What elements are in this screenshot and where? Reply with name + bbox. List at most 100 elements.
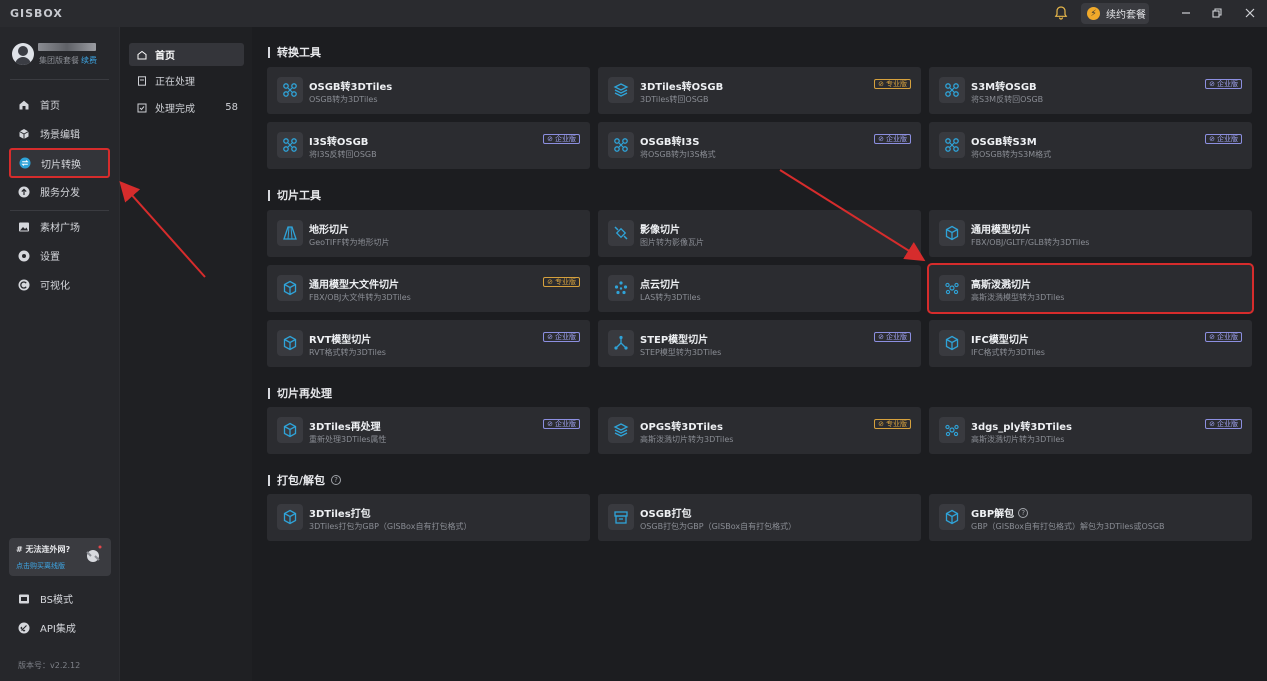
- restore-button[interactable]: [1207, 4, 1227, 22]
- tool-card-title: 3DTiles打包: [309, 505, 371, 520]
- upload-icon: [18, 186, 30, 198]
- tool-card[interactable]: 3DTiles打包 3DTiles打包为GBP（GISBox自有打包格式）: [267, 494, 590, 541]
- subnav-label: 首页: [155, 51, 175, 62]
- enterprise-badge: ⊘ 企业版: [1205, 79, 1242, 89]
- gear-icon: [18, 250, 30, 262]
- sidebar-item-service[interactable]: 服务分发: [10, 178, 109, 205]
- badge-icon: ⊘: [1209, 332, 1215, 341]
- api-icon: [18, 622, 30, 634]
- tool-card[interactable]: OSGB打包 OSGB打包为GBP（GISBox自有打包格式）: [598, 494, 921, 541]
- tool-card-title-text: S3M转OSGB: [971, 82, 1037, 93]
- tool-card-title: RVT模型切片: [309, 331, 371, 346]
- tool-card[interactable]: 高斯泼溅切片 高斯泼溅模型转为3DTiles: [927, 263, 1254, 314]
- tool-card[interactable]: OSGB转S3M 将OSGB转为S3M格式 ⊘ 企业版: [929, 122, 1252, 169]
- sidebar-item-materials[interactable]: 素材广场: [10, 213, 109, 240]
- tool-card[interactable]: OPGS转3DTiles 高斯泼溅切片转为3DTiles ⊘ 专业版: [598, 407, 921, 454]
- badge-icon: ⊘: [1209, 134, 1215, 143]
- sidebar-item-scene-edit[interactable]: 场景编辑: [10, 120, 109, 147]
- tool-card-title-text: 通用模型切片: [971, 225, 1031, 236]
- scene-icon: [18, 128, 30, 140]
- tool-card[interactable]: 3dgs_ply转3DTiles 高斯泼溅切片转为3DTiles ⊘ 企业版: [929, 407, 1252, 454]
- close-button[interactable]: [1240, 4, 1260, 22]
- sidebar-item-visualize[interactable]: 可视化: [10, 271, 109, 298]
- help-icon[interactable]: ?: [1018, 507, 1029, 518]
- sidebar-item-api[interactable]: API集成: [10, 614, 109, 641]
- satellite-icon: [608, 220, 634, 246]
- tool-card[interactable]: 影像切片图片转为影像瓦片: [598, 210, 921, 257]
- tool-card[interactable]: RVT模型切片 RVT格式转为3DTiles ⊘ 企业版: [267, 320, 590, 367]
- sidebar-item-bs-mode[interactable]: BS模式: [10, 585, 109, 612]
- minimize-button[interactable]: [1176, 4, 1196, 22]
- badge-label: 专业版: [886, 419, 907, 428]
- sidebar-item-settings[interactable]: 设置: [10, 242, 109, 269]
- badge-icon: ⊘: [547, 419, 553, 428]
- tool-card[interactable]: 3DTiles再处理 重新处理3DTiles属性 ⊘ 企业版: [267, 407, 590, 454]
- badge-label: 企业版: [1217, 419, 1238, 428]
- sidebar-item-home[interactable]: 首页: [10, 91, 109, 118]
- bell-icon[interactable]: [1052, 4, 1070, 22]
- tool-card[interactable]: STEP模型切片 STEP模型转为3DTiles ⊘ 企业版: [598, 320, 921, 367]
- tool-card-title: STEP模型切片: [640, 331, 708, 346]
- terrain-icon: [277, 220, 303, 246]
- help-icon[interactable]: ?: [331, 475, 342, 485]
- badge-icon: ⊘: [547, 332, 553, 341]
- tool-card[interactable]: S3M转OSGB 将S3M反转回OSGB ⊘ 企业版: [929, 67, 1252, 114]
- tool-card-desc: LAS转为3DTiles: [640, 293, 701, 302]
- tool-card-title: I3S转OSGB: [309, 133, 368, 148]
- tool-card-title: OSGB转3DTiles: [309, 78, 392, 93]
- tool-card-title: 影像切片: [640, 221, 680, 236]
- sidebar-item-tile-convert[interactable]: 切片转换: [9, 148, 110, 178]
- badge-label: 企业版: [1217, 79, 1238, 88]
- tool-card-title-text: 地形切片: [309, 225, 349, 236]
- user-profile[interactable]: 集团版套餐 续费: [10, 41, 110, 71]
- subnav-processing[interactable]: 正在处理: [129, 69, 244, 92]
- sidebar-item-label: 设置: [40, 252, 60, 263]
- image-icon: [18, 221, 30, 233]
- tool-card-desc: 将OSGB转为I3S格式: [640, 150, 716, 159]
- tool-card-title-text: OSGB转I3S: [640, 137, 700, 148]
- badge-icon: ⊘: [1209, 419, 1215, 428]
- tool-card-title-text: I3S转OSGB: [309, 137, 369, 148]
- tool-card-title-text: 通用模型大文件切片: [309, 280, 399, 291]
- tool-card[interactable]: 通用模型大文件切片 FBX/OBJ大文件转为3DTiles ⊘ 专业版: [267, 265, 590, 312]
- tool-card-title: 点云切片: [640, 276, 680, 291]
- tool-card[interactable]: OSGB转I3S 将OSGB转为I3S格式 ⊘ 企业版: [598, 122, 921, 169]
- tool-card[interactable]: 通用模型切片 FBX/OBJ/GLTF/GLB转为3DTiles: [929, 210, 1252, 257]
- renew-plan-button[interactable]: ⚡ 续约套餐: [1081, 3, 1149, 24]
- tool-card-title: 3DTiles再处理: [309, 418, 381, 433]
- tool-card-desc: 重新处理3DTiles属性: [309, 435, 387, 444]
- subnav-home[interactable]: 首页: [129, 43, 244, 66]
- cube-icon: [277, 504, 303, 530]
- renew-link[interactable]: 续费: [81, 56, 97, 65]
- tool-card-title: IFC模型切片: [971, 331, 1029, 346]
- tool-card-desc: 将I3S反转回OSGB: [309, 150, 377, 159]
- tool-card[interactable]: IFC模型切片 IFC格式转为3DTiles ⊘ 企业版: [929, 320, 1252, 367]
- enterprise-badge: ⊘ 企业版: [1205, 419, 1242, 429]
- sidebar-item-label: BS模式: [40, 595, 74, 606]
- tool-card[interactable]: 点云切片 LAS转为3DTiles: [598, 265, 921, 312]
- tool-card[interactable]: GBP解包? GBP（GISBox自有打包格式）解包为3DTiles或OSGB: [929, 494, 1252, 541]
- badge-icon: ⊘: [878, 419, 884, 428]
- nodes-icon: [608, 132, 634, 158]
- point-cloud-icon: [608, 275, 634, 301]
- visual-icon: [18, 279, 30, 291]
- offline-promo[interactable]: # 无法连外网? 点击购买离线版: [9, 538, 111, 576]
- tool-card-title-text: OPGS转3DTiles: [640, 422, 723, 433]
- tool-card[interactable]: 3DTiles转OSGB 3DTiles转回OSGB ⊘ 专业版: [598, 67, 921, 114]
- sidebar-item-label: 素材广场: [40, 223, 80, 234]
- tool-card-title-text: GBP解包: [971, 509, 1015, 520]
- tool-card-title-text: 点云切片: [640, 280, 680, 291]
- lightning-icon: ⚡: [1087, 7, 1100, 20]
- plan-info: 集团版套餐 续费: [39, 55, 97, 66]
- tool-card-title: OSGB转I3S: [640, 133, 699, 148]
- badge-icon: ⊘: [878, 134, 884, 143]
- subnav-completed[interactable]: 处理完成 58: [129, 96, 244, 119]
- tool-card-desc: 图片转为影像瓦片: [640, 238, 704, 247]
- tool-card[interactable]: 地形切片 GeoTIFF转为地形切片: [267, 210, 590, 257]
- tool-card[interactable]: I3S转OSGB 将I3S反转回OSGB ⊘ 企业版: [267, 122, 590, 169]
- tool-card[interactable]: OSGB转3DTiles OSGB转为3DTiles: [267, 67, 590, 114]
- enterprise-badge: ⊘ 企业版: [1205, 332, 1242, 342]
- sidebar-item-label: 切片转换: [41, 159, 81, 171]
- tool-card-title: 3dgs_ply转3DTiles: [971, 418, 1072, 433]
- tool-card-title-text: 3dgs_ply转3DTiles: [971, 422, 1073, 433]
